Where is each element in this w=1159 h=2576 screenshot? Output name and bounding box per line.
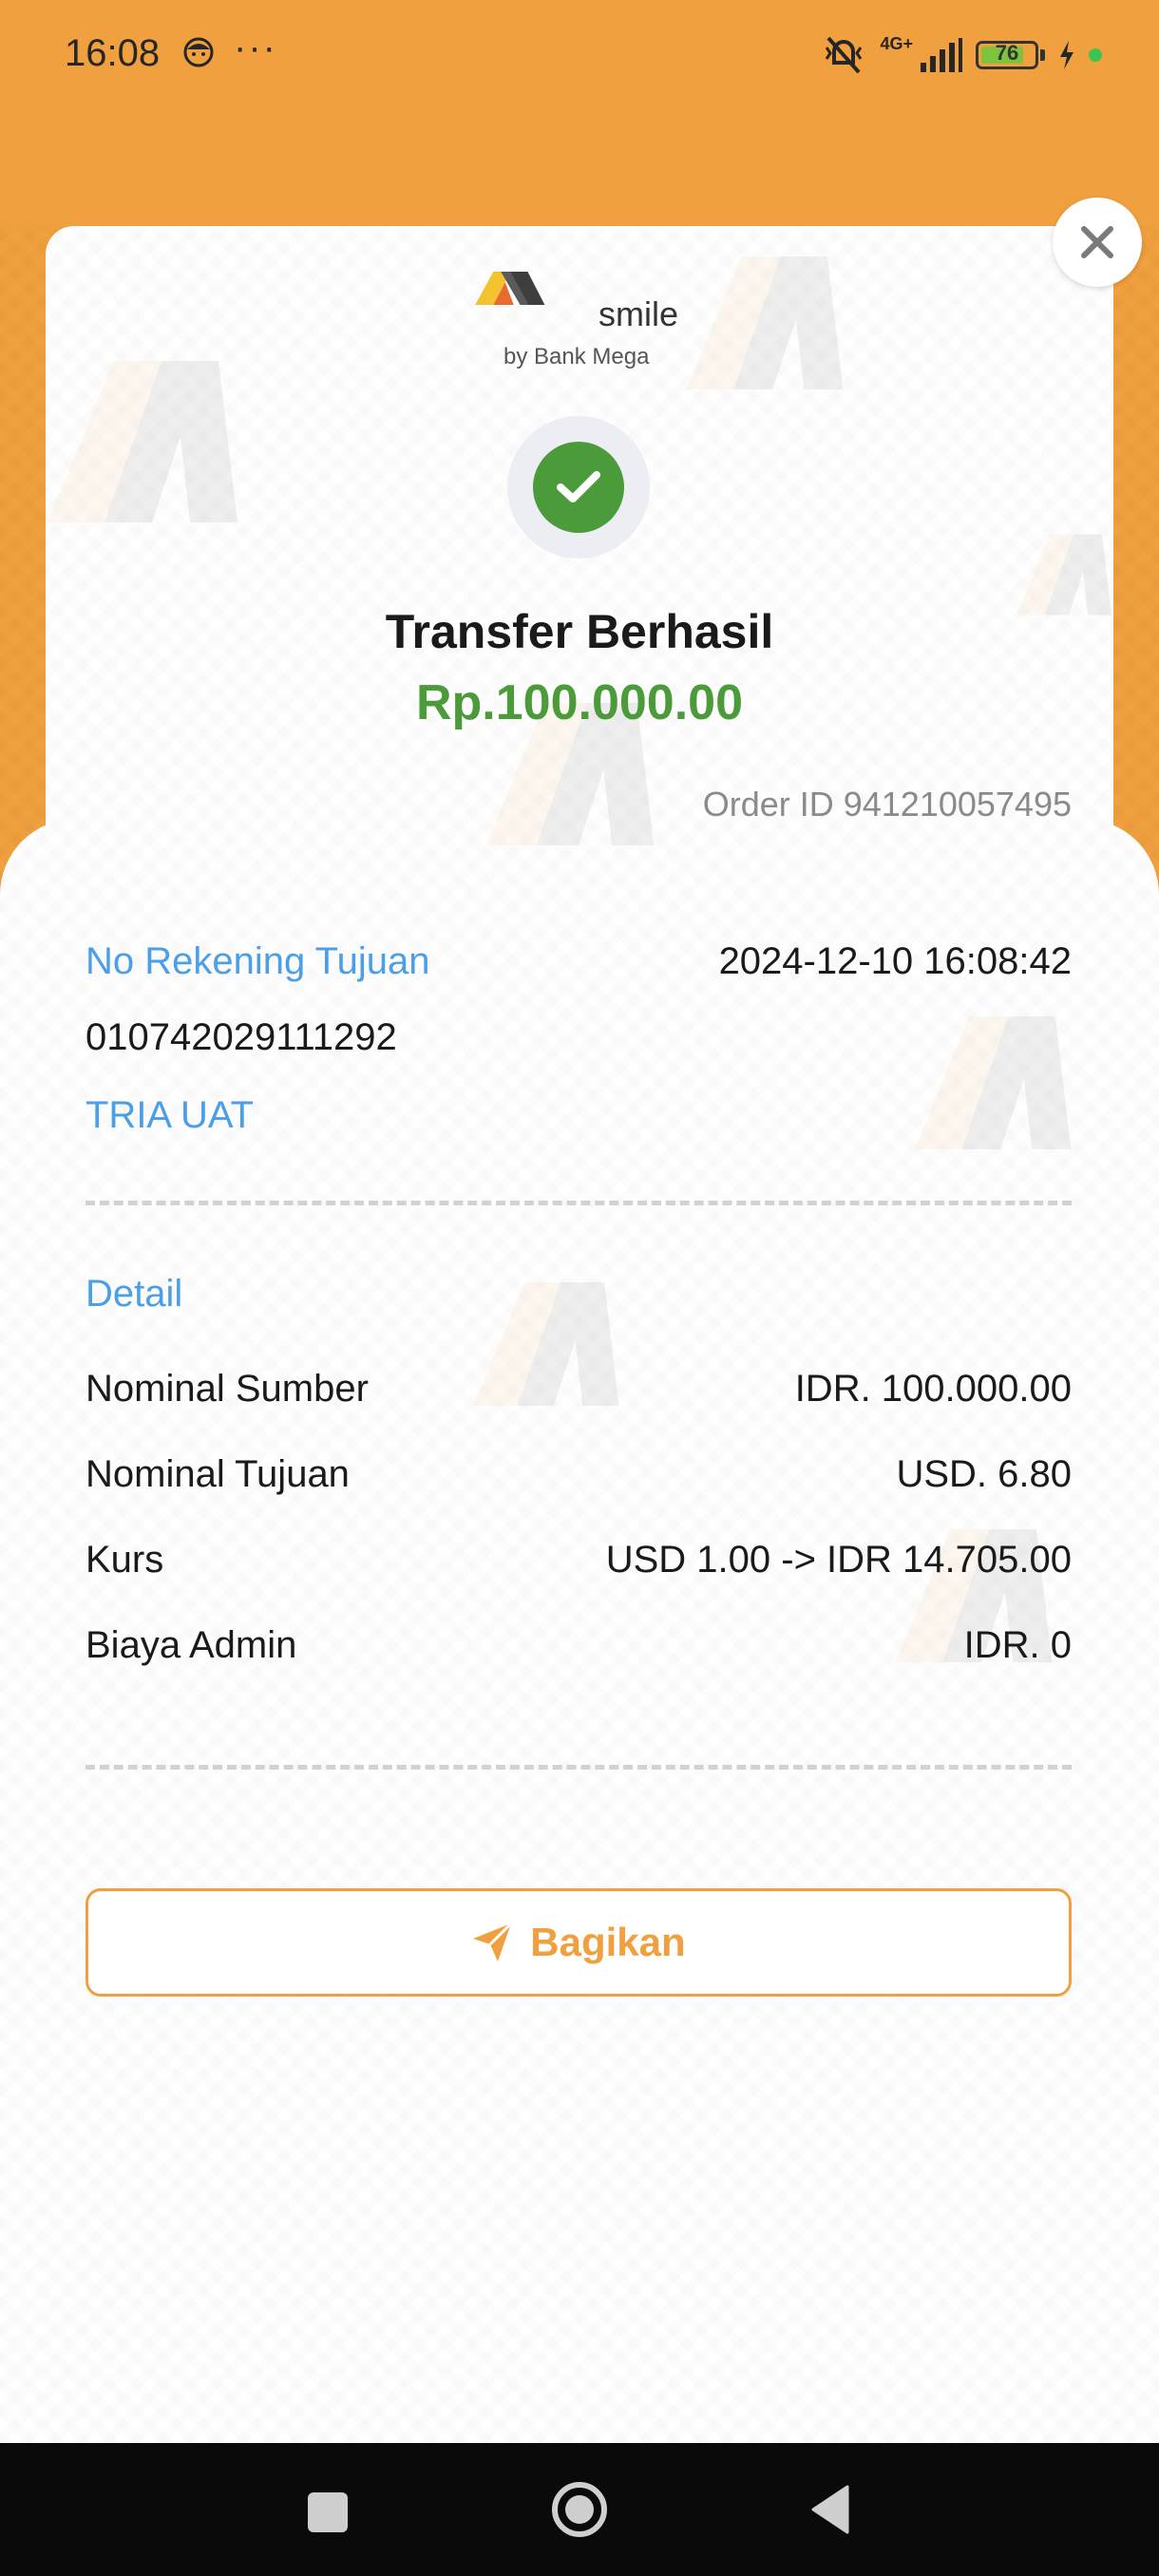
destination-account-number: 010742029111292	[86, 1016, 397, 1058]
recent-apps-button[interactable]	[308, 2492, 348, 2532]
battery-tip	[1040, 49, 1045, 61]
detail-key: Kurs	[86, 1539, 164, 1581]
share-button[interactable]: Bagikan	[86, 1888, 1072, 1997]
detail-row: Biaya Admin IDR. 0	[86, 1624, 1072, 1677]
mute-vibrate-icon	[826, 36, 863, 74]
detail-heading: Detail	[86, 1273, 183, 1315]
brand-name: smile	[598, 294, 679, 333]
share-button-label: Bagikan	[530, 1920, 686, 1964]
transfer-amount: Rp.100.000.00	[415, 675, 744, 730]
detail-row: Nominal Tujuan USD. 6.80	[86, 1453, 1072, 1506]
detail-key: Biaya Admin	[86, 1624, 297, 1666]
detail-value: USD 1.00 -> IDR 14.705.00	[605, 1539, 1072, 1581]
check-circle	[533, 442, 624, 533]
divider	[86, 1201, 1072, 1205]
transaction-datetime: 2024-12-10 16:08:42	[718, 940, 1072, 982]
detail-value: IDR. 100.000.00	[794, 1368, 1072, 1410]
send-icon	[473, 1922, 513, 1961]
order-id: Order ID 941210057495	[702, 785, 1072, 824]
battery-level: 76	[995, 41, 1019, 65]
battery-icon: 76	[976, 41, 1038, 69]
back-button[interactable]	[809, 2485, 851, 2534]
divider	[86, 1765, 1072, 1770]
detail-value: USD. 6.80	[896, 1453, 1072, 1495]
close-button[interactable]	[1053, 198, 1142, 287]
detail-row: Nominal Sumber IDR. 100.000.00	[86, 1368, 1072, 1421]
detail-value: IDR. 0	[963, 1624, 1072, 1666]
charging-icon	[1060, 41, 1074, 69]
signal-icon	[921, 38, 962, 72]
destination-account-label: No Rekening Tujuan	[86, 940, 430, 982]
network-type: 4G+	[880, 34, 913, 53]
brand-subtitle: by Bank Mega	[504, 344, 650, 369]
notification-face-icon	[183, 37, 214, 67]
success-badge	[507, 416, 650, 559]
system-navigation-bar	[0, 2443, 1159, 2576]
status-time: 16:08	[65, 32, 161, 74]
destination-account-name: TRIA UAT	[86, 1094, 255, 1136]
more-notifications-icon: ···	[234, 27, 277, 68]
detail-key: Nominal Tujuan	[86, 1453, 350, 1495]
detail-row: Kurs USD 1.00 -> IDR 14.705.00	[86, 1539, 1072, 1592]
detail-key: Nominal Sumber	[86, 1368, 369, 1410]
status-icons: 4G+ 76	[821, 34, 1102, 76]
privacy-indicator	[1089, 48, 1102, 62]
home-button[interactable]	[551, 2481, 608, 2538]
status-bar: 16:08 ··· 4G+ 76	[0, 0, 1159, 110]
close-icon	[1081, 226, 1113, 258]
transfer-status-title: Transfer Berhasil	[385, 605, 774, 658]
brand-logo-icon	[475, 272, 545, 305]
checkmark-icon	[557, 471, 600, 502]
